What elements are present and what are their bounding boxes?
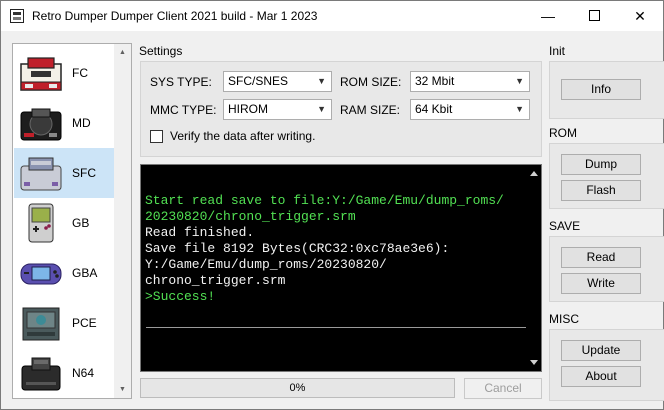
dump-button[interactable]: Dump [561,154,641,175]
window-title: Retro Dumper Dumper Client 2021 build - … [32,9,318,23]
sidebar-item-label: MD [72,116,91,130]
sidebar-item-pce[interactable]: PCE [14,298,118,348]
verify-label[interactable]: Verify the data after writing. [170,129,315,143]
progress-label: 0% [289,382,306,394]
progress-bar: 0% [140,378,455,398]
sidebar-item-label: FC [72,66,88,80]
minimize-button[interactable]: — [525,1,571,31]
sidebar-item-n64[interactable]: N64 [14,348,118,398]
system-list: FC MD SFC GB GBA PCE N64 ▲ ▼ [12,43,132,399]
log-line: Start read save to file:Y:/Game/Emu/dump… [145,193,504,208]
console-scrollbar[interactable] [527,165,541,371]
title-bar[interactable]: Retro Dumper Dumper Client 2021 build - … [1,1,663,31]
scroll-down-icon[interactable]: ▼ [114,381,131,398]
mmc-type-label: MMC TYPE: [150,103,217,117]
misc-title: MISC [549,312,579,326]
chevron-down-icon: ▼ [515,104,524,114]
log-divider [146,327,526,328]
log-line: 20230820/chrono_trigger.srm [145,209,356,224]
read-button[interactable]: Read [561,247,641,268]
log-line: >Success! [145,289,216,304]
famicom-console-icon [20,57,62,91]
sidebar-item-sfc[interactable]: SFC [14,148,118,198]
info-button[interactable]: Info [561,79,641,100]
super-famicom-console-icon [20,157,62,191]
sidebar-item-gb[interactable]: GB [14,198,118,248]
game-boy-advance-icon [20,263,62,285]
log-line: chrono_trigger.srm [145,273,286,288]
nintendo-64-console-icon [21,357,61,391]
rom-size-label: ROM SIZE: [340,75,402,89]
sidebar-item-label: GBA [72,266,98,280]
maximize-icon [588,10,600,22]
main-window: Retro Dumper Dumper Client 2021 build - … [0,0,664,410]
sidebar-item-label: PCE [72,316,97,330]
ram-size-value: 64 Kbit [415,102,453,116]
log-console[interactable]: Start read save to file:Y:/Game/Emu/dump… [140,164,542,372]
scroll-up-icon[interactable]: ▲ [114,44,131,61]
rom-size-select[interactable]: 32 Mbit ▼ [410,71,530,92]
sidebar-item-label: N64 [72,366,95,380]
log-line: Save file 8192 Bytes(CRC32:0xc78ae3e6): [145,241,450,256]
mmc-type-select[interactable]: HIROM ▼ [223,99,332,120]
cancel-button[interactable]: Cancel [464,378,542,399]
log-line: Y:/Game/Emu/dump_roms/20230820/ [145,257,387,272]
sidebar-scrollbar[interactable]: ▲ ▼ [114,44,131,398]
scroll-up-icon[interactable] [530,171,538,176]
rom-title: ROM [549,126,577,140]
maximize-button[interactable] [571,1,617,31]
game-boy-icon [28,203,54,243]
sys-type-label: SYS TYPE: [150,75,212,89]
chevron-down-icon: ▼ [317,76,326,86]
sidebar-item-label: GB [72,216,90,230]
sidebar-item-md[interactable]: MD [14,98,118,148]
ram-size-select[interactable]: 64 Kbit ▼ [410,99,530,120]
write-button[interactable]: Write [561,273,641,294]
save-title: SAVE [549,219,581,233]
app-icon [10,9,24,23]
about-button[interactable]: About [561,366,641,387]
update-button[interactable]: Update [561,340,641,361]
log-line: Read finished. [145,225,255,240]
rom-size-value: 32 Mbit [415,74,455,88]
mega-drive-console-icon [20,108,62,141]
chevron-down-icon: ▼ [317,104,326,114]
chevron-down-icon: ▼ [515,76,524,86]
mmc-type-value: HIROM [228,102,268,116]
pc-engine-console-icon [22,307,60,341]
verify-checkbox[interactable] [150,130,163,143]
settings-title: Settings [139,44,183,58]
sys-type-value: SFC/SNES [228,74,289,88]
sidebar-item-label: SFC [72,166,96,180]
init-title: Init [549,44,566,58]
scroll-down-icon[interactable] [530,360,538,365]
ram-size-label: RAM SIZE: [340,103,401,117]
sidebar-item-fc[interactable]: FC [14,48,118,98]
flash-button[interactable]: Flash [561,180,641,201]
sidebar-item-gba[interactable]: GBA [14,248,118,298]
sys-type-select[interactable]: SFC/SNES ▼ [223,71,332,92]
log-output: Start read save to file:Y:/Game/Emu/dump… [141,165,527,371]
close-button[interactable]: ✕ [617,1,663,31]
